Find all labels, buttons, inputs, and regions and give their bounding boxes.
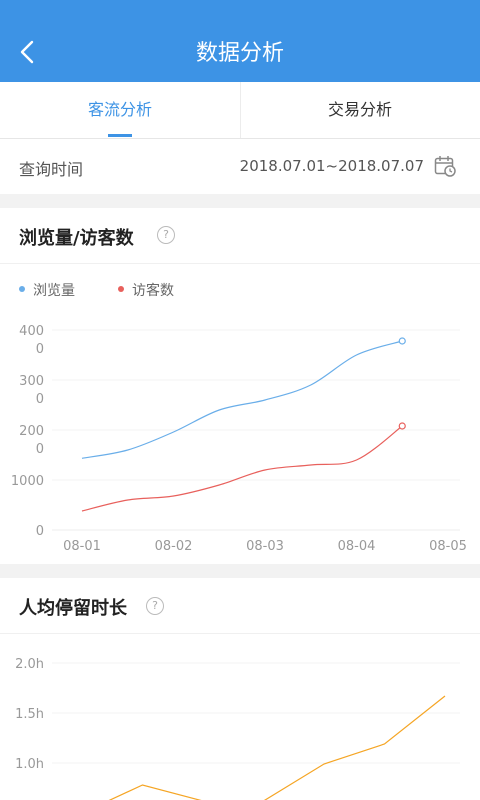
- avg-stay-duration-chart: 2.0h 1.5h 1.0h: [15, 657, 460, 800]
- avg-stay-line: [108, 695, 446, 800]
- tab-bar: 客流分析 交易分析: [0, 82, 480, 139]
- x-tick-label: 08-02: [155, 539, 193, 554]
- pageview-visitor-chart: 0100020003000400008-01 08-02 08-03 08-04 08-…: [11, 324, 467, 554]
- y-tick-label: 1000: [11, 474, 44, 489]
- pageviews-line: [81, 340, 403, 459]
- series-end-point: [398, 337, 406, 345]
- y-tick-label: 0: [36, 524, 44, 539]
- avg-stay-duration-card: 人均停留时长 ? 2.0h 1.5h 1.0h: [0, 578, 480, 800]
- header-bar: 数据分析: [0, 0, 480, 82]
- page-title: 数据分析: [195, 41, 284, 66]
- y-tick-label: 300: [19, 374, 44, 389]
- calendar-clock-icon[interactable]: [434, 155, 456, 177]
- y-tick-label: 0: [36, 342, 44, 357]
- y-tick-label: 400: [19, 324, 44, 339]
- y-tick-label: 2.0h: [15, 657, 44, 672]
- x-tick-label: 08-01: [63, 539, 101, 554]
- y-tick-label: 200: [19, 424, 44, 439]
- query-time-row[interactable]: 查询时间 2018.07.01~2018.07.07: [0, 139, 480, 194]
- y-tick-label: 1.5h: [15, 707, 44, 722]
- y-tick-label: 1.0h: [15, 757, 44, 772]
- series-end-point: [398, 422, 406, 430]
- visitors-line: [81, 425, 403, 512]
- x-tick-label: 08-05: [429, 539, 467, 554]
- pageview-visitor-card: 浏览量/访客数 ? 浏览量 访客数 0 1000 200 0 300 0 400 0 08-01…: [0, 208, 480, 564]
- x-tick-label: 08-03: [246, 539, 284, 554]
- y-tick-label: 0: [36, 392, 44, 407]
- tab-transaction-analysis[interactable]: 交易分析: [240, 82, 480, 138]
- tab-active-indicator: [108, 134, 132, 137]
- x-tick-label: 08-04: [338, 539, 376, 554]
- query-time-label: 查询时间: [19, 160, 84, 179]
- tab-traffic-analysis[interactable]: 客流分析: [0, 82, 240, 138]
- y-tick-label: 0: [36, 442, 44, 457]
- query-time-value[interactable]: 2018.07.01~2018.07.07: [240, 157, 424, 175]
